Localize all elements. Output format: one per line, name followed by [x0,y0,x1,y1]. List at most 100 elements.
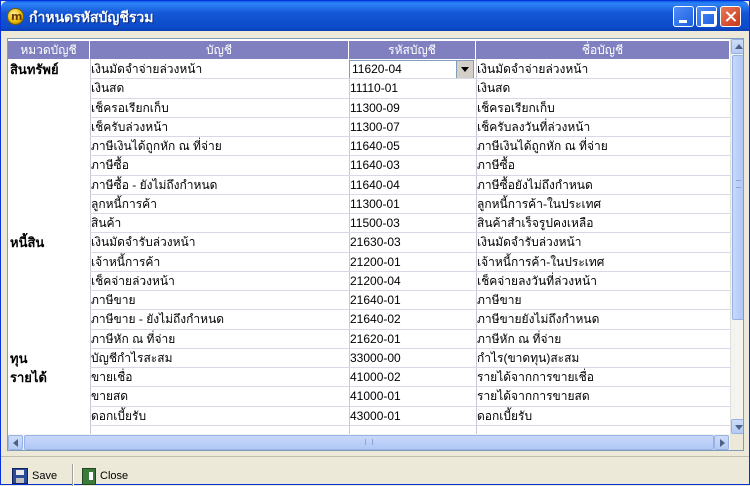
minimize-button[interactable] [673,6,694,27]
table-row[interactable]: ภาษีซื้อ - ยังไม่ถึงกำหนด 11640-04 ภาษีซื้… [8,176,730,195]
row-account-code[interactable]: 11300-01 [349,195,476,214]
row-account-code[interactable]: 11640-05 [349,137,476,156]
table-row[interactable]: สินค้า 11500-03 สินค้าสำเร็จรูปคงเหลือ [8,214,730,233]
row-account-label[interactable]: ภาษีขาย [90,291,348,310]
close-window-button[interactable] [720,6,741,27]
row-account-code[interactable]: 11300-07 [349,118,476,137]
row-account-name[interactable]: ภาษีขาย [476,291,726,310]
table-row[interactable]: ภาษีขาย 21640-01 ภาษีขาย [8,291,730,310]
row-account-label[interactable]: เช็คจ่ายล่วงหน้า [90,272,348,291]
row-account-name[interactable]: เงินสด [476,79,726,98]
row-account-code[interactable]: 21200-04 [349,272,476,291]
row-account-name[interactable]: รายได้จากการขายเชื่อ [476,368,726,387]
title-bar[interactable]: m กำหนดรหัสบัญชีรวม [1,1,749,31]
row-account-label[interactable]: ขายเชื่อ [90,368,348,387]
row-account-label[interactable]: บัญชีกำไรสะสม [90,349,348,368]
table-row[interactable]: ภาษีหัก ณ ที่จ่าย 21620-01 ภาษีหัก ณ ที่จ่… [8,330,730,349]
scroll-up-button[interactable] [731,39,743,54]
row-account-code[interactable]: 11500-03 [349,214,476,233]
table-row[interactable]: หนี้สิน เงินมัดจำรับล่วงหน้า 21630-03 เงินม… [8,233,730,252]
row-account-code[interactable]: 11300-09 [349,99,476,118]
window-title: กำหนดรหัสบัญชีรวม [29,10,154,26]
row-account-code[interactable]: 21640-01 [349,291,476,310]
row-account-name[interactable]: ลูกหนี้การค้า-ในประเทศ [476,195,726,214]
app-icon[interactable]: m [7,8,24,25]
row-account-code[interactable]: 21640-02 [349,310,476,329]
table-row[interactable]: เจ้าหนี้การค้า 21200-01 เจ้าหนี้การค้า-ในป… [8,253,730,272]
horizontal-scroll-thumb[interactable] [24,435,714,450]
row-account-label[interactable]: ภาษีเงินได้ถูกหัก ณ ที่จ่าย [90,137,348,156]
account-grid[interactable]: หมวดบัญชี บัญชี รหัสบัญชี ชื่อบัญชี สินท… [7,38,744,451]
row-account-label[interactable]: เงินมัดจำรับล่วงหน้า [90,233,348,252]
save-button[interactable]: Save [12,466,57,486]
row-account-label[interactable]: ลูกหนี้การค้า [90,195,348,214]
row-account-label[interactable]: ภาษีขาย - ยังไม่ถึงกำหนด [90,310,348,329]
row-account-code[interactable]: 21200-01 [349,253,476,272]
row-account-name[interactable]: รายได้จากการขายสด [476,387,726,406]
row-account-name[interactable]: เช็ครอเรียกเก็บ [476,99,726,118]
maximize-button[interactable] [696,6,717,27]
row-account-code[interactable]: 41000-02 [349,368,476,387]
row-account-name[interactable]: เช็คจ่ายลงวันที่ล่วงหน้า [476,272,726,291]
row-account-label[interactable]: เงินสด [90,79,348,98]
table-row[interactable]: ภาษีซื้อ 11640-03 ภาษีซื้อ [8,156,730,175]
vertical-scrollbar[interactable] [730,39,743,434]
row-account-name[interactable]: ภาษีซื้อยังไม่ถึงกำหนด [476,176,726,195]
table-row[interactable]: ภาษีขาย - ยังไม่ถึงกำหนด 21640-02 ภาษีขายย… [8,310,730,329]
column-header-name[interactable]: บัญชี [90,41,349,59]
scroll-right-button[interactable] [714,435,729,450]
row-account-code[interactable]: 11640-03 [349,156,476,175]
column-header-code[interactable]: รหัสบัญชี [349,41,476,59]
row-account-name[interactable]: เจ้าหนี้การค้า-ในประเทศ [476,253,726,272]
row-account-label[interactable]: ภาษีหัก ณ ที่จ่าย [90,330,348,349]
row-category [10,176,90,195]
horizontal-scrollbar[interactable] [8,434,743,450]
row-account-label[interactable]: ดอกเบี้ยรับ [90,407,348,426]
row-account-name[interactable]: ภาษีเงินได้ถูกหัก ณ ที่จ่าย [476,137,726,156]
row-account-label[interactable]: ภาษีซื้อ [90,156,348,175]
row-account-name[interactable]: ภาษีซื้อ [476,156,726,175]
row-account-name[interactable]: ภาษีหัก ณ ที่จ่าย [476,330,726,349]
table-row[interactable]: สินทรัพย์ เงินมัดจำจ่ายล่วงหน้า 11620-04 เง… [8,60,730,79]
row-account-name[interactable]: สินค้าสำเร็จรูปคงเหลือ [476,214,726,233]
row-account-name[interactable]: กำไร(ขาดทุน)สะสม [476,349,726,368]
account-code-dropdown[interactable]: 11620-04 [349,60,474,79]
table-row[interactable]: รายได้ ขายเชื่อ 41000-02 รายได้จากการขายเชื… [8,368,730,387]
table-row[interactable]: เช็คจ่ายล่วงหน้า 21200-04 เช็คจ่ายลงวันที่… [8,272,730,291]
table-row[interactable]: ลูกหนี้การค้า 11300-01 ลูกหนี้การค้า-ในประ… [8,195,730,214]
row-account-label[interactable]: ขายสด [90,387,348,406]
row-account-code[interactable]: 21620-01 [349,330,476,349]
row-account-label[interactable]: เจ้าหนี้การค้า [90,253,348,272]
row-account-name[interactable]: เงินมัดจำรับล่วงหน้า [476,233,726,252]
row-account-code[interactable]: 21630-03 [349,233,476,252]
table-row[interactable]: ทุน บัญชีกำไรสะสม 33000-00 กำไร(ขาดทุน)สะสม [8,349,730,368]
row-account-name[interactable]: เงินมัดจำจ่ายล่วงหน้า [476,60,726,79]
table-row[interactable]: เช็ครับล่วงหน้า 11300-07 เช็ครับลงวันที่ล่… [8,118,730,137]
scroll-left-button[interactable] [8,435,23,450]
table-row[interactable]: ดอกเบี้ยรับ 43000-01 ดอกเบี้ยรับ [8,407,730,426]
column-header-account[interactable]: ชื่อบัญชี [476,41,730,59]
row-account-name[interactable]: ดอกเบี้ยรับ [476,407,726,426]
row-account-label[interactable]: เช็ครับล่วงหน้า [90,118,348,137]
row-account-label[interactable]: เงินมัดจำจ่ายล่วงหน้า [90,60,348,79]
chevron-down-icon[interactable] [456,61,473,78]
table-row[interactable]: ขายสด 41000-01 รายได้จากการขายสด [8,387,730,406]
scroll-down-button[interactable] [731,419,743,434]
row-account-code[interactable]: 11110-01 [349,79,476,98]
table-row[interactable]: ภาษีเงินได้ถูกหัก ณ ที่จ่าย 11640-05 ภาษีเ… [8,137,730,156]
row-account-name[interactable]: ภาษีขายยังไม่ถึงกำหนด [476,310,726,329]
row-account-code[interactable]: 41000-01 [349,387,476,406]
row-category [10,310,90,329]
table-row[interactable]: เช็ครอเรียกเก็บ 11300-09 เช็ครอเรียกเก็บ [8,99,730,118]
row-account-name[interactable]: เช็ครับลงวันที่ล่วงหน้า [476,118,726,137]
row-account-label[interactable]: ภาษีซื้อ - ยังไม่ถึงกำหนด [90,176,348,195]
close-button[interactable]: Close [82,466,128,486]
vertical-scroll-thumb[interactable] [732,55,743,320]
column-header-category[interactable]: หมวดบัญชี [8,41,90,59]
row-account-label[interactable]: สินค้า [90,214,348,233]
row-account-code[interactable]: 11640-04 [349,176,476,195]
row-account-code[interactable]: 43000-01 [349,407,476,426]
row-account-label[interactable]: เช็ครอเรียกเก็บ [90,99,348,118]
table-row[interactable]: เงินสด 11110-01 เงินสด [8,79,730,98]
row-account-code[interactable]: 33000-00 [349,349,476,368]
